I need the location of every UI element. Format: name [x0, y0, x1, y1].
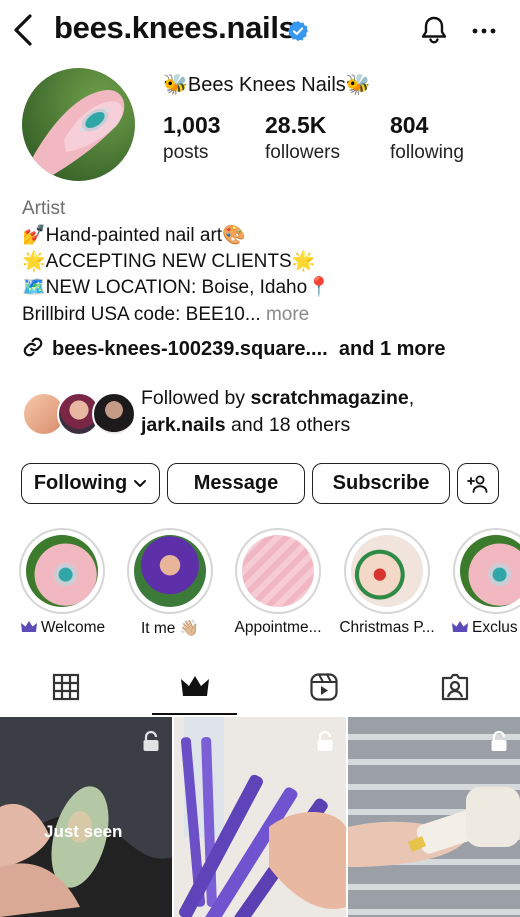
- grid-icon[interactable]: [51, 672, 81, 702]
- stat-value: 28.5K: [265, 112, 327, 138]
- chevron-down-icon: [134, 479, 147, 487]
- followed-user[interactable]: jark.nails: [141, 414, 226, 436]
- active-tab-indicator: [152, 713, 237, 715]
- lock-icon: [491, 730, 507, 751]
- followed-prefix: Followed by: [141, 387, 251, 409]
- highlight-cover: [134, 535, 206, 607]
- highlight-welcome[interactable]: [19, 528, 105, 614]
- stat-label: followers: [265, 142, 340, 163]
- stat-label: posts: [163, 142, 209, 163]
- map-emoji: 🗺️: [22, 277, 46, 298]
- verified-badge-icon: [287, 20, 309, 42]
- crown-icon: [452, 621, 468, 632]
- subscribe-button[interactable]: Subscribe: [312, 463, 450, 504]
- link-icon: [23, 337, 43, 357]
- profile-display-name: 🐝Bees Knees Nails🐝: [163, 74, 371, 96]
- stat-value: 804: [390, 112, 429, 138]
- profile-category: Artist: [22, 198, 66, 219]
- profile-username: bees.knees.nails: [54, 10, 296, 45]
- tagged-icon[interactable]: [440, 672, 470, 702]
- subscriber-crown-icon[interactable]: [180, 672, 210, 702]
- highlight-label: Appointme...: [234, 619, 322, 636]
- highlight-it-me[interactable]: [127, 528, 213, 614]
- back-chevron-icon[interactable]: [8, 12, 38, 48]
- highlight-label-text: Welcome: [40, 619, 106, 636]
- highlight-cover: [460, 535, 520, 607]
- more-horizontal-icon[interactable]: [470, 18, 498, 44]
- followers-count[interactable]: 28.5K followers: [265, 112, 340, 164]
- bio-line: 💅Hand-painted nail art🎨: [22, 223, 246, 249]
- following-count[interactable]: 804 following: [390, 112, 464, 164]
- suggest-people-button[interactable]: [457, 463, 499, 504]
- followed-by-text[interactable]: Followed by scratchmagazine, jark.nails …: [141, 385, 414, 439]
- bio-text: Brillbird USA code: BEE10...: [22, 304, 261, 325]
- palette-emoji: 🎨: [222, 225, 246, 246]
- following-label: Following: [33, 472, 128, 494]
- highlight-label: Exclus: [452, 619, 520, 637]
- nail-polish-emoji: 💅: [22, 225, 46, 246]
- posts-count[interactable]: 1,003 posts: [163, 112, 221, 164]
- bio-text: Hand-painted nail art: [45, 225, 223, 246]
- highlight-label: Christmas P...: [339, 619, 435, 636]
- followed-sep: ,: [408, 387, 415, 409]
- followed-suffix: and 18 others: [225, 414, 351, 436]
- stat-value: 1,003: [163, 112, 221, 138]
- bio-line: Brillbird USA code: BEE10... more: [22, 302, 309, 328]
- highlight-christmas[interactable]: [344, 528, 430, 614]
- link-more[interactable]: and 1 more: [339, 338, 446, 360]
- bio-text: NEW LOCATION: Boise, Idaho: [45, 277, 308, 298]
- bio-text: ACCEPTING NEW CLIENTS: [45, 251, 292, 272]
- message-button[interactable]: Message: [167, 463, 305, 504]
- mutual-follower-avatar: [92, 392, 136, 436]
- stat-label: following: [390, 142, 464, 163]
- lock-icon: [143, 730, 159, 751]
- bell-icon[interactable]: [418, 14, 450, 46]
- subscribe-label: Subscribe: [332, 472, 430, 494]
- star-emoji: 🌟: [291, 251, 316, 272]
- star-emoji: 🌟: [22, 251, 46, 272]
- following-button[interactable]: Following: [21, 463, 160, 504]
- add-person-icon: [467, 475, 488, 493]
- message-label: Message: [193, 472, 279, 494]
- profile-links[interactable]: bees-knees-100239.square.... and 1 more: [22, 336, 446, 361]
- highlight-cover: [26, 535, 98, 607]
- followed-user[interactable]: scratchmagazine: [250, 387, 408, 409]
- highlight-label-text: Exclus: [472, 619, 518, 636]
- highlight-label: It me 👋🏼: [140, 620, 200, 637]
- link-url[interactable]: bees-knees-100239.square....: [52, 338, 328, 360]
- just-seen-label: Just seen: [44, 822, 123, 841]
- highlight-label: Welcome: [16, 619, 110, 637]
- bio-line: 🗺️NEW LOCATION: Boise, Idaho📍: [22, 275, 331, 301]
- highlight-exclusive[interactable]: [453, 528, 520, 614]
- bio-more-link[interactable]: more: [266, 304, 309, 325]
- crown-icon: [20, 621, 37, 632]
- bio-line: 🌟ACCEPTING NEW CLIENTS🌟: [22, 249, 315, 275]
- profile-avatar[interactable]: [22, 68, 135, 181]
- highlight-cover: [351, 535, 423, 607]
- highlight-cover: [242, 535, 314, 607]
- reels-icon[interactable]: [309, 672, 339, 702]
- highlight-appointments[interactable]: [235, 528, 321, 614]
- lock-icon: [317, 730, 333, 751]
- pin-emoji: 📍: [307, 277, 331, 298]
